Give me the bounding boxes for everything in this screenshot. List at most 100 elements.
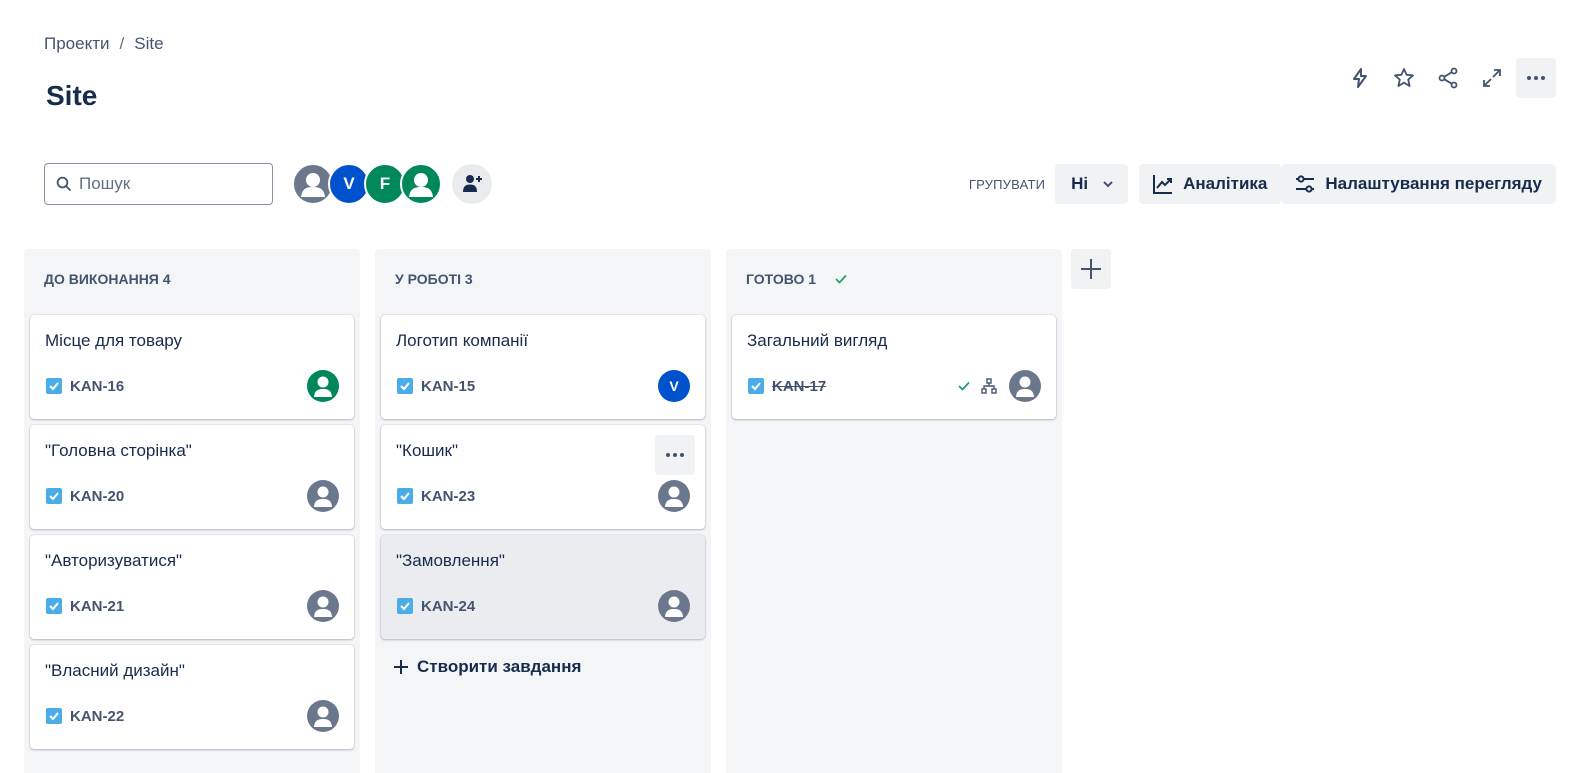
assignee-avatar[interactable] xyxy=(307,370,339,402)
task-type-icon xyxy=(397,598,413,614)
more-icon xyxy=(666,453,684,457)
issue-key[interactable]: KAN-23 xyxy=(421,488,475,505)
hierarchy-icon xyxy=(981,378,997,394)
view-settings-label: Налаштування перегляду xyxy=(1325,174,1542,193)
column-title: ГОТОВО 1 xyxy=(746,271,817,287)
assignee-avatar[interactable] xyxy=(307,480,339,512)
issue-card[interactable]: Місце для товару KAN-16 xyxy=(30,315,354,419)
assignee-avatar[interactable] xyxy=(1009,370,1041,402)
create-task-button[interactable]: Створити завдання xyxy=(393,657,711,677)
board-toolbar: V F ГРУПУВАТИ Ні Аналітика Налаштування … xyxy=(44,163,1556,205)
issue-card[interactable]: "Головна сторінка" KAN-20 xyxy=(30,425,354,529)
share-button[interactable] xyxy=(1428,58,1468,98)
column-header[interactable]: ГОТОВО 1 xyxy=(726,249,1062,309)
card-title: "Головна сторінка" xyxy=(45,441,192,460)
card-title: "Власний дизайн" xyxy=(45,661,185,680)
person-icon xyxy=(1016,376,1034,397)
breadcrumb-current[interactable]: Site xyxy=(134,34,163,54)
card-title: Загальний вигляд xyxy=(747,331,888,350)
issue-card[interactable]: Логотип компанії KAN-15 V xyxy=(381,315,705,419)
add-people-button[interactable] xyxy=(452,164,492,204)
analytics-button[interactable]: Аналітика xyxy=(1139,164,1282,204)
task-type-icon xyxy=(46,378,62,394)
person-icon xyxy=(314,486,332,507)
search-icon xyxy=(56,176,71,191)
column-done: ГОТОВО 1 Загальний вигляд KAN-17 xyxy=(726,249,1062,773)
check-icon xyxy=(835,274,847,284)
task-type-icon xyxy=(397,488,413,504)
avatar-initial: V xyxy=(343,174,355,193)
kanban-board: ДО ВИКОНАННЯ 4 Місце для товару KAN-16 "… xyxy=(24,249,1062,773)
task-type-icon xyxy=(46,488,62,504)
issue-key[interactable]: KAN-20 xyxy=(70,488,124,505)
card-more-button[interactable] xyxy=(655,435,695,475)
group-by-value: Ні xyxy=(1071,174,1089,193)
card-title: Місце для товару xyxy=(45,331,183,350)
sliders-icon xyxy=(1296,175,1315,193)
issue-card[interactable]: "Замовлення" KAN-24 xyxy=(381,535,705,639)
star-icon xyxy=(1394,68,1414,87)
right-tools: ГРУПУВАТИ Ні Аналітика Налаштування пере… xyxy=(969,164,1556,204)
issue-key[interactable]: KAN-15 xyxy=(421,378,475,395)
fullscreen-button[interactable] xyxy=(1472,58,1512,98)
chart-line-icon xyxy=(1153,175,1173,194)
person-icon xyxy=(314,376,332,397)
issue-card[interactable]: "Власний дизайн" KAN-22 xyxy=(30,645,354,749)
column-header[interactable]: ДО ВИКОНАННЯ 4 xyxy=(24,249,360,309)
breadcrumb-projects[interactable]: Проекти xyxy=(44,34,110,54)
expand-icon xyxy=(1483,69,1501,87)
page-title: Site xyxy=(46,80,98,111)
add-person-icon xyxy=(463,175,482,192)
plus-icon xyxy=(394,660,408,674)
assignee-avatar[interactable] xyxy=(307,700,339,732)
issue-key[interactable]: KAN-24 xyxy=(421,598,475,615)
assignee-avatar[interactable] xyxy=(658,480,690,512)
issue-key[interactable]: KAN-21 xyxy=(70,598,124,615)
breadcrumb-separator: / xyxy=(119,34,125,53)
star-button[interactable] xyxy=(1384,58,1424,98)
task-type-icon xyxy=(46,708,62,724)
person-icon xyxy=(314,706,332,727)
person-icon xyxy=(409,173,433,197)
column-title: ДО ВИКОНАННЯ 4 xyxy=(44,271,171,287)
issue-key[interactable]: KAN-17 xyxy=(772,378,826,395)
done-check-icon xyxy=(958,381,970,391)
column-in-progress: У РОБОТІ 3 Логотип компанії KAN-15 V "Ко… xyxy=(375,249,711,773)
person-icon xyxy=(665,486,683,507)
search-box[interactable] xyxy=(44,163,273,205)
group-by-label: ГРУПУВАТИ xyxy=(968,176,1046,192)
issue-card[interactable]: Загальний вигляд KAN-17 xyxy=(732,315,1056,419)
person-icon xyxy=(314,596,332,617)
issue-card[interactable]: "Кошик" KAN-23 xyxy=(381,425,705,529)
create-task-label: Створити завдання xyxy=(417,657,582,676)
more-actions-button[interactable] xyxy=(1516,58,1556,98)
card-indicators xyxy=(957,378,997,394)
issue-key[interactable]: KAN-16 xyxy=(70,378,124,395)
assignee-avatar[interactable] xyxy=(307,590,339,622)
assignee-avatar[interactable] xyxy=(658,590,690,622)
add-column-button[interactable] xyxy=(1071,249,1111,289)
task-type-icon xyxy=(748,378,764,394)
column-header[interactable]: У РОБОТІ 3 xyxy=(375,249,711,309)
automation-button[interactable] xyxy=(1340,58,1380,98)
column-todo: ДО ВИКОНАННЯ 4 Місце для товару KAN-16 "… xyxy=(24,249,360,773)
group-by-select[interactable]: Ні xyxy=(1055,164,1129,204)
view-settings-button[interactable]: Налаштування перегляду xyxy=(1281,164,1556,204)
assignee-avatar[interactable]: V xyxy=(658,370,690,402)
person-icon xyxy=(665,596,683,617)
search-input[interactable] xyxy=(79,174,249,194)
header-actions xyxy=(1340,58,1556,98)
issue-key[interactable]: KAN-22 xyxy=(70,708,124,725)
analytics-label: Аналітика xyxy=(1183,174,1268,193)
lightning-icon xyxy=(1353,68,1367,88)
task-type-icon xyxy=(397,378,413,394)
avatar-group: V F xyxy=(292,163,442,205)
share-icon xyxy=(1438,67,1458,89)
card-title: "Замовлення" xyxy=(396,551,505,570)
avatar[interactable] xyxy=(400,163,442,205)
more-icon xyxy=(1527,76,1545,80)
issue-card[interactable]: "Авторизуватися" KAN-21 xyxy=(30,535,354,639)
plus-icon xyxy=(1081,259,1101,279)
person-icon xyxy=(301,173,325,197)
card-title: "Авторизуватися" xyxy=(45,551,183,570)
